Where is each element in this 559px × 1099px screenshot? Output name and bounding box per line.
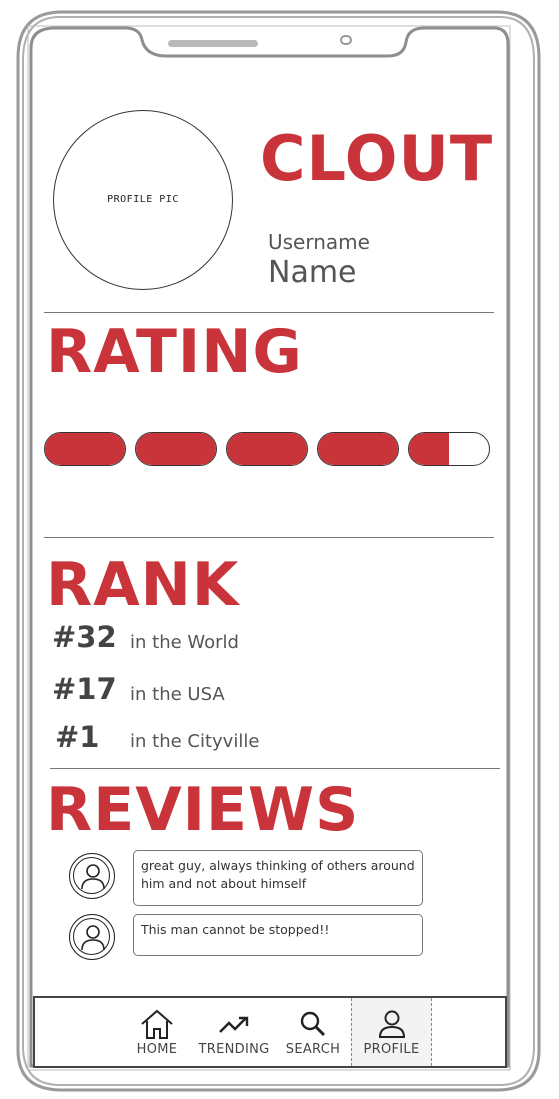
rating-title: RATING — [46, 317, 303, 387]
review-card: great guy, always thinking of others aro… — [133, 850, 423, 906]
trending-icon — [219, 1016, 249, 1033]
reviewer-avatar[interactable] — [69, 853, 115, 899]
nav-search[interactable]: SEARCH — [279, 998, 347, 1066]
bottom-nav: HOME TRENDING SEARCH PROFILE — [33, 996, 507, 1068]
review-text: This man cannot be stopped!! — [141, 922, 330, 937]
nav-profile-label: PROFILE — [363, 1042, 420, 1057]
name-label: Name — [268, 255, 357, 290]
app-title: CLOUT — [260, 122, 494, 195]
rank-usa-number: #17 — [52, 672, 117, 706]
phone-camera — [340, 35, 352, 45]
profile-pic-label: PROFILE PIC — [107, 194, 179, 205]
review-card: This man cannot be stopped!! — [133, 914, 423, 956]
rank-usa-label: in the USA — [130, 684, 225, 705]
reviewer-avatar[interactable] — [69, 914, 115, 960]
review-text: great guy, always thinking of others aro… — [141, 858, 415, 891]
divider — [44, 537, 494, 538]
nav-profile[interactable]: PROFILE — [351, 998, 432, 1066]
nav-trending[interactable]: TRENDING — [193, 998, 275, 1066]
home-icon — [141, 1009, 173, 1039]
rating-pill — [317, 432, 399, 466]
rank-world-label: in the World — [130, 632, 239, 653]
nav-home-label: HOME — [136, 1042, 178, 1057]
divider — [44, 312, 494, 313]
nav-search-label: SEARCH — [285, 1042, 341, 1057]
rank-city-label: in the Cityville — [130, 731, 260, 752]
profile-icon — [378, 1010, 405, 1038]
rank-title: RANK — [46, 550, 240, 620]
nav-trending-label: TRENDING — [198, 1042, 270, 1057]
phone-speaker — [168, 40, 258, 47]
rank-world-number: #32 — [52, 620, 117, 654]
user-icon — [81, 864, 105, 890]
username-label: Username — [268, 230, 370, 254]
rating-pill — [226, 432, 308, 466]
rating-pill — [408, 432, 490, 466]
nav-home[interactable]: HOME — [123, 998, 191, 1066]
reviews-title: REVIEWS — [46, 775, 360, 845]
rating-pill — [44, 432, 126, 466]
divider — [50, 768, 500, 769]
profile-picture[interactable]: PROFILE PIC — [53, 110, 233, 290]
rating-pill — [135, 432, 217, 466]
rank-city-number: #1 — [55, 720, 100, 754]
search-icon — [300, 1011, 326, 1037]
user-icon — [81, 925, 105, 951]
